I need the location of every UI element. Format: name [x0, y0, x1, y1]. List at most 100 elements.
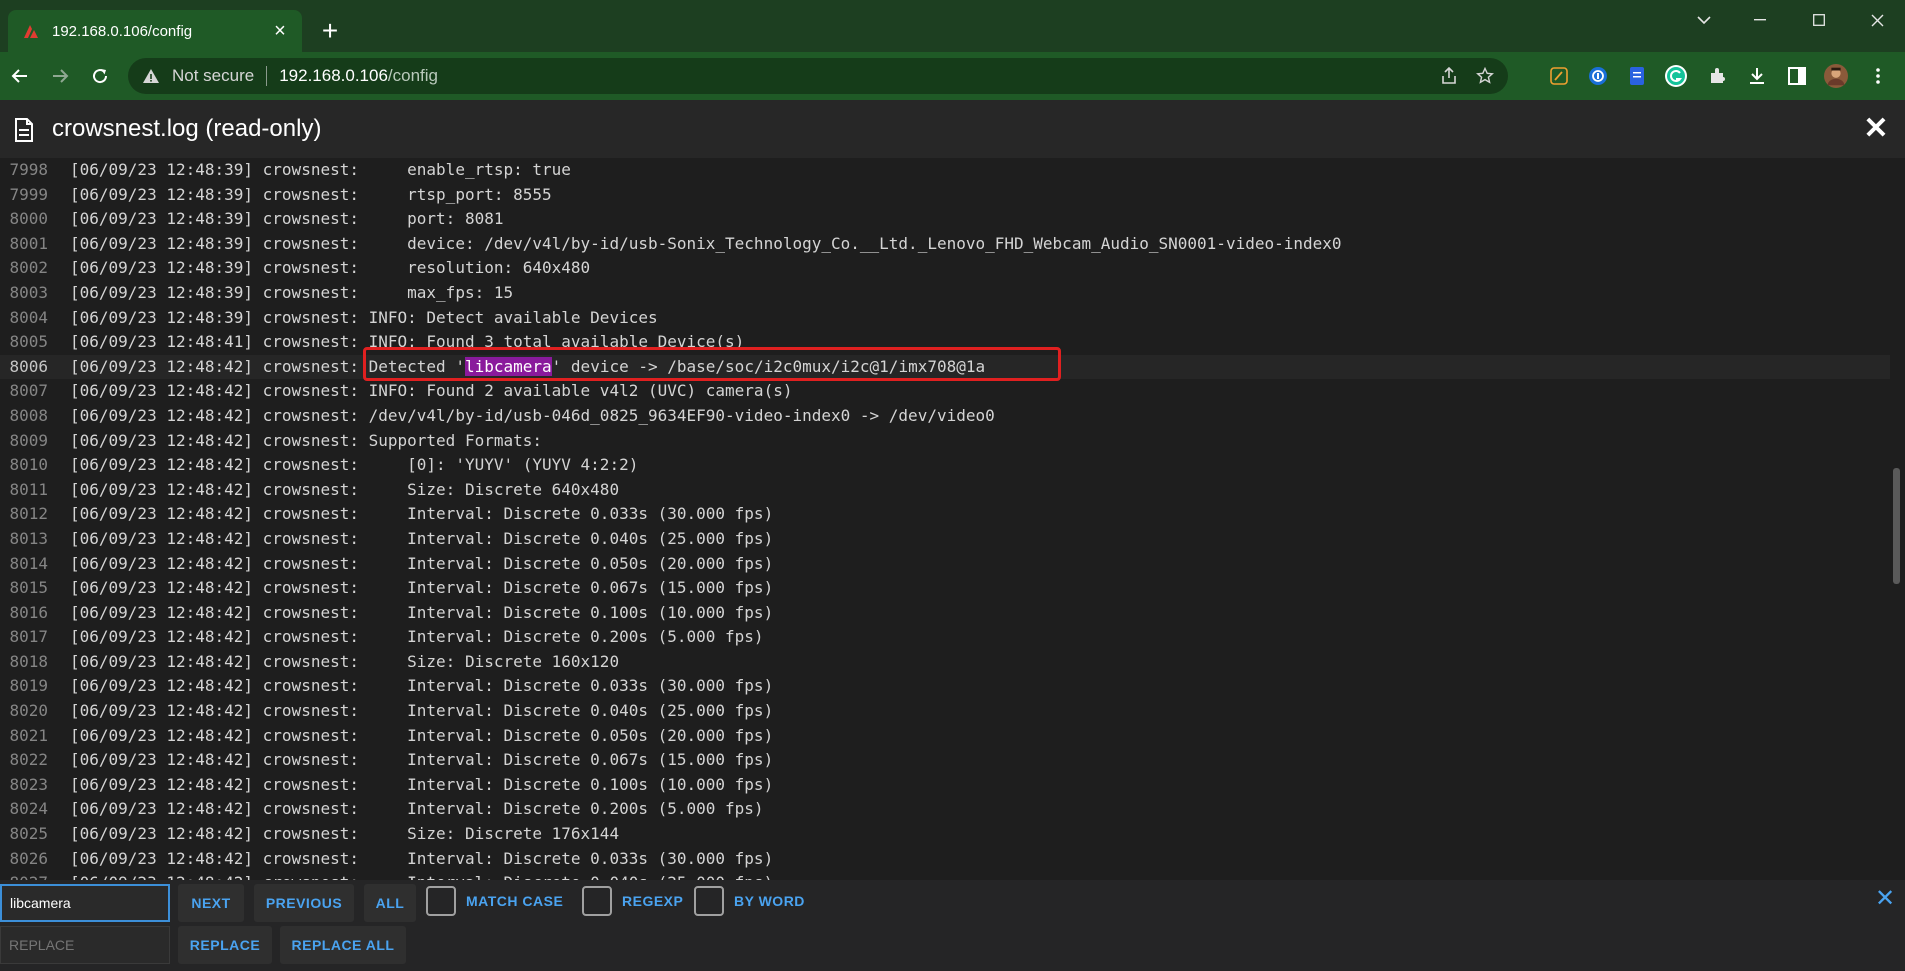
line-text: [06/09/23 12:48:39] crowsnest: rtsp_port… [70, 184, 552, 204]
line-number: 8000 [9, 209, 48, 229]
log-line: 8026 [06/09/23 12:48:42] crowsnest: Inter… [0, 847, 1890, 872]
by-word-label[interactable]: BY WORD [734, 893, 805, 909]
url-host: 192.168.0.106 [279, 66, 388, 85]
match-case-label[interactable]: MATCH CASE [466, 893, 563, 909]
line-number: 8006 [9, 356, 48, 376]
log-line: 8013 [06/09/23 12:48:42] crowsnest: Inter… [0, 527, 1890, 552]
log-line: 8025 [06/09/23 12:48:42] crowsnest: Size:… [0, 822, 1890, 847]
previous-button[interactable]: PREVIOUS [254, 884, 354, 922]
line-text: [06/09/23 12:48:42] crowsnest: Interval:… [70, 848, 774, 868]
log-editor[interactable]: 7998 [06/09/23 12:48:39] crowsnest: enabl… [0, 158, 1890, 880]
side-panel-icon[interactable] [1785, 64, 1809, 88]
log-line: 8011 [06/09/23 12:48:42] crowsnest: Size:… [0, 478, 1890, 503]
line-text: [06/09/23 12:48:42] crowsnest: [0]: 'YUY… [70, 455, 639, 475]
tab-close-icon[interactable]: × [268, 19, 292, 43]
extensions-puzzle-icon[interactable] [1706, 64, 1730, 88]
tab-strip: 192.168.0.106/config × + [0, 0, 1905, 52]
document-extension-icon[interactable] [1625, 64, 1649, 88]
share-icon[interactable] [1440, 67, 1458, 85]
line-text: [06/09/23 12:48:42] crowsnest: Interval:… [70, 627, 764, 647]
line-text: [06/09/23 12:48:42] crowsnest: Interval:… [70, 774, 774, 794]
log-line: 8010 [06/09/23 12:48:42] crowsnest: [0]: … [0, 453, 1890, 478]
annotation-highlight-box [363, 347, 1061, 381]
log-line: 8014 [06/09/23 12:48:42] crowsnest: Inter… [0, 552, 1890, 577]
all-button[interactable]: ALL [364, 884, 416, 922]
line-text: [06/09/23 12:48:42] crowsnest: Interval:… [70, 578, 774, 598]
line-number: 8025 [9, 824, 48, 844]
profile-avatar[interactable] [1824, 64, 1848, 88]
line-text: [06/09/23 12:48:42] crowsnest: INFO: Fou… [70, 381, 793, 401]
find-close-icon[interactable]: ✕ [1873, 887, 1897, 911]
line-number: 8009 [9, 430, 48, 450]
log-line: 8023 [06/09/23 12:48:42] crowsnest: Inter… [0, 773, 1890, 798]
line-text: [06/09/23 12:48:42] crowsnest: Size: Dis… [70, 479, 620, 499]
log-line: 8008 [06/09/23 12:48:42] crowsnest: /dev/… [0, 404, 1890, 429]
replace-input[interactable] [0, 926, 170, 964]
close-window-button[interactable] [1855, 8, 1899, 32]
replace-all-button[interactable]: REPLACE ALL [280, 926, 406, 964]
back-button[interactable] [6, 62, 34, 90]
replace-button[interactable]: REPLACE [178, 926, 272, 964]
log-line: 8007 [06/09/23 12:48:42] crowsnest: INFO:… [0, 379, 1890, 404]
address-bar[interactable]: Not secure 192.168.0.106/config [128, 58, 1508, 94]
line-text: [06/09/23 12:48:42] crowsnest: Interval:… [70, 799, 764, 819]
line-text: [06/09/23 12:48:42] crowsnest: Supported… [70, 430, 543, 450]
line-number: 8012 [9, 504, 48, 524]
line-number: 8022 [9, 750, 48, 770]
regexp-checkbox[interactable] [582, 886, 612, 916]
line-number: 7999 [9, 184, 48, 204]
line-number: 8001 [9, 233, 48, 253]
line-text: [06/09/23 12:48:42] crowsnest: Interval:… [70, 504, 774, 524]
line-text: [06/09/23 12:48:42] crowsnest: Interval:… [70, 676, 774, 696]
match-case-checkbox[interactable] [426, 886, 456, 916]
minimize-button[interactable] [1738, 8, 1782, 32]
log-line: 8002 [06/09/23 12:48:39] crowsnest: resol… [0, 256, 1890, 281]
line-number: 8007 [9, 381, 48, 401]
line-number: 8017 [9, 627, 48, 647]
line-number: 8015 [9, 578, 48, 598]
log-line: 8022 [06/09/23 12:48:42] crowsnest: Inter… [0, 748, 1890, 773]
next-button[interactable]: NEXT [178, 884, 244, 922]
regexp-label[interactable]: REGEXP [622, 893, 683, 909]
extension-pen-icon[interactable] [1547, 64, 1571, 88]
scrollbar-thumb[interactable] [1893, 468, 1900, 584]
line-number: 8019 [9, 676, 48, 696]
log-line: 8001 [06/09/23 12:48:39] crowsnest: devic… [0, 232, 1890, 257]
by-word-checkbox[interactable] [694, 886, 724, 916]
line-text: [06/09/23 12:48:39] crowsnest: port: 808… [70, 209, 504, 229]
log-line: 8021 [06/09/23 12:48:42] crowsnest: Inter… [0, 724, 1890, 749]
browser-tab[interactable]: 192.168.0.106/config × [8, 10, 302, 52]
forward-button[interactable] [46, 62, 74, 90]
tab-search-icon[interactable] [1682, 8, 1726, 32]
not-secure-label[interactable]: Not secure [172, 66, 254, 86]
log-line: 8004 [06/09/23 12:48:39] crowsnest: INFO:… [0, 306, 1890, 331]
line-number: 8008 [9, 405, 48, 425]
bookmark-star-icon[interactable] [1476, 67, 1494, 85]
new-tab-button[interactable]: + [316, 17, 344, 46]
search-input[interactable] [0, 884, 170, 922]
line-number: 8004 [9, 307, 48, 327]
browser-menu-icon[interactable] [1866, 64, 1890, 88]
line-text: [06/09/23 12:48:42] crowsnest: Interval:… [70, 873, 773, 880]
line-text: [06/09/23 12:48:42] crowsnest: Size: Dis… [70, 824, 620, 844]
dialog-title: crowsnest.log (read-only) [52, 115, 322, 142]
editor-lines: 7998 [06/09/23 12:48:39] crowsnest: enabl… [0, 158, 1890, 880]
grammarly-icon[interactable] [1664, 64, 1688, 88]
reload-button[interactable] [86, 62, 114, 90]
download-icon[interactable] [1745, 64, 1769, 88]
dialog-close-button[interactable]: ✕ [1862, 114, 1890, 144]
log-line: 8003 [06/09/23 12:48:39] crowsnest: max_f… [0, 281, 1890, 306]
maximize-button[interactable] [1797, 8, 1841, 32]
password-manager-icon[interactable] [1586, 64, 1610, 88]
line-text: [06/09/23 12:48:39] crowsnest: device: /… [70, 233, 1342, 253]
warning-icon[interactable] [142, 68, 160, 84]
log-line: 8017 [06/09/23 12:48:42] crowsnest: Inter… [0, 625, 1890, 650]
log-line: 8018 [06/09/23 12:48:42] crowsnest: Size:… [0, 650, 1890, 675]
line-number: 8005 [9, 332, 48, 352]
line-number: 8003 [9, 282, 48, 302]
browser-toolbar: Not secure 192.168.0.106/config [0, 52, 1905, 100]
tab-title: 192.168.0.106/config [52, 22, 193, 40]
line-number: 8026 [9, 848, 48, 868]
document-icon [14, 118, 34, 147]
log-line: 8016 [06/09/23 12:48:42] crowsnest: Inter… [0, 601, 1890, 626]
